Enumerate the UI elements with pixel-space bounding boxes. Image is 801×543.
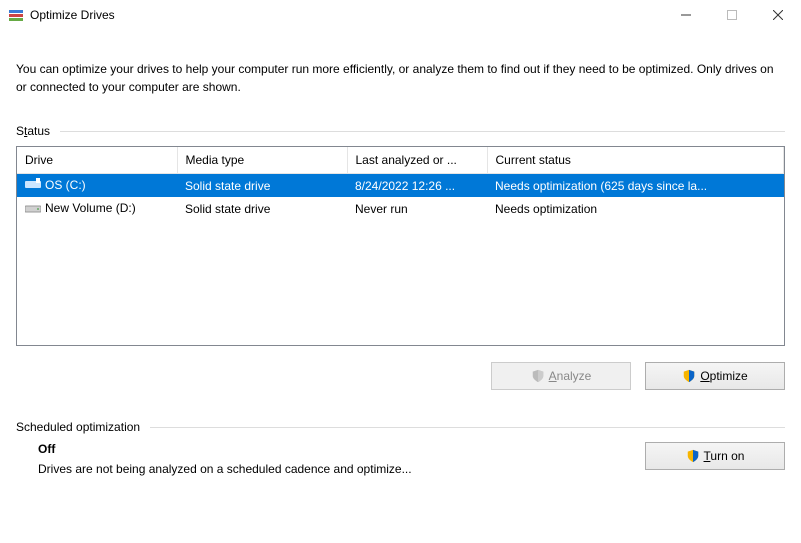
- table-header-row[interactable]: Drive Media type Last analyzed or ... Cu…: [17, 147, 784, 174]
- table-row[interactable]: OS (C:) Solid state drive8/24/2022 12:26 …: [17, 174, 784, 198]
- col-drive[interactable]: Drive: [17, 147, 177, 174]
- window-title: Optimize Drives: [30, 8, 115, 22]
- scheduled-label: Scheduled optimization: [16, 420, 785, 434]
- drives-table[interactable]: Drive Media type Last analyzed or ... Cu…: [16, 146, 785, 346]
- media-type: Solid state drive: [177, 174, 347, 198]
- last-analyzed: Never run: [347, 197, 487, 220]
- scheduled-desc: Drives are not being analyzed on a sched…: [38, 462, 625, 476]
- close-button[interactable]: [755, 0, 801, 30]
- maximize-button: [709, 0, 755, 30]
- shield-icon: [531, 369, 545, 383]
- drive-name: OS (C:): [45, 178, 86, 192]
- last-analyzed: 8/24/2022 12:26 ...: [347, 174, 487, 198]
- media-type: Solid state drive: [177, 197, 347, 220]
- shield-icon: [686, 449, 700, 463]
- minimize-button[interactable]: [663, 0, 709, 30]
- app-icon: [8, 7, 24, 23]
- titlebar: Optimize Drives: [0, 0, 801, 30]
- current-status: Needs optimization: [487, 197, 784, 220]
- table-row[interactable]: New Volume (D:) Solid state driveNever ru…: [17, 197, 784, 220]
- drive-icon: [25, 202, 41, 217]
- col-media[interactable]: Media type: [177, 147, 347, 174]
- shield-icon: [682, 369, 696, 383]
- status-label: Status: [16, 124, 785, 138]
- description-text: You can optimize your drives to help you…: [16, 60, 785, 96]
- drive-name: New Volume (D:): [45, 201, 136, 215]
- optimize-button[interactable]: Optimize: [645, 362, 785, 390]
- turn-on-button[interactable]: Turn on: [645, 442, 785, 470]
- col-status[interactable]: Current status: [487, 147, 784, 174]
- current-status: Needs optimization (625 days since la...: [487, 174, 784, 198]
- analyze-button: Analyze: [491, 362, 631, 390]
- drive-os-icon: [25, 178, 41, 193]
- col-last[interactable]: Last analyzed or ...: [347, 147, 487, 174]
- scheduled-state: Off: [38, 442, 625, 456]
